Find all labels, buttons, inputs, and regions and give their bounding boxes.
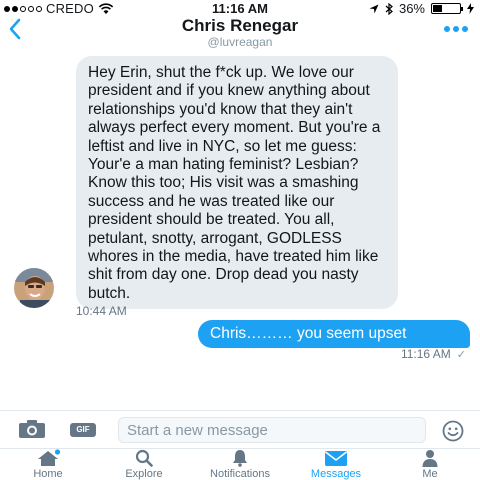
outgoing-message-text: Chris……… you seem upset	[210, 325, 407, 342]
outgoing-message-status: 11:16 AM ✓	[401, 347, 466, 361]
incoming-message-text: Hey Erin, shut the f*ck up. We love our …	[88, 64, 381, 302]
emoji-icon	[442, 420, 464, 442]
outgoing-message-timestamp: 11:16 AM	[400, 347, 451, 361]
outgoing-message-bubble[interactable]: Chris……… you seem upset	[198, 320, 470, 348]
conversation-header: Chris Renegar @luvreagan	[0, 16, 480, 49]
tab-explore[interactable]: Explore	[114, 449, 174, 480]
battery-icon	[431, 3, 463, 14]
person-icon	[422, 450, 438, 467]
emoji-button[interactable]	[442, 420, 464, 447]
status-bar: CREDO 11:16 AM 36%	[0, 0, 480, 16]
camera-icon	[19, 420, 45, 438]
avatar[interactable]	[14, 268, 54, 308]
incoming-message-bubble[interactable]: Hey Erin, shut the f*ck up. We love our …	[76, 56, 398, 310]
search-icon	[135, 449, 153, 467]
bottom-tab-bar: Home Explore Notifications Messages Me	[0, 448, 480, 480]
tab-home-label: Home	[33, 468, 63, 480]
tab-me-label: Me	[422, 468, 438, 480]
incoming-message-timestamp: 10:44 AM	[76, 304, 127, 318]
status-right: 36%	[369, 1, 474, 16]
bell-icon	[233, 450, 247, 467]
camera-button[interactable]	[18, 419, 46, 444]
charging-bolt-icon	[467, 3, 474, 14]
gif-button[interactable]: GIF	[70, 423, 96, 437]
location-arrow-icon	[369, 4, 379, 13]
home-icon	[38, 449, 61, 466]
tab-me[interactable]: Me	[410, 449, 450, 480]
contact-name[interactable]: Chris Renegar	[0, 16, 480, 36]
checkmark-icon: ✓	[456, 348, 466, 361]
sender-avatar-image	[14, 268, 54, 308]
tab-messages[interactable]: Messages	[298, 449, 374, 480]
message-input[interactable]	[118, 417, 426, 443]
envelope-icon	[325, 451, 347, 466]
tab-messages-label: Messages	[310, 468, 362, 480]
contact-handle[interactable]: @luvreagan	[0, 35, 480, 49]
battery-level	[433, 5, 443, 12]
more-dots-icon	[444, 26, 450, 32]
battery-percent: 36%	[398, 1, 425, 16]
bluetooth-icon	[385, 2, 393, 15]
more-options-button[interactable]	[444, 26, 468, 32]
tab-notifications-label: Notifications	[210, 468, 270, 480]
message-composer: GIF	[0, 410, 480, 448]
tab-home[interactable]: Home	[20, 449, 76, 480]
tab-explore-label: Explore	[125, 468, 163, 480]
tab-notifications[interactable]: Notifications	[194, 449, 286, 480]
